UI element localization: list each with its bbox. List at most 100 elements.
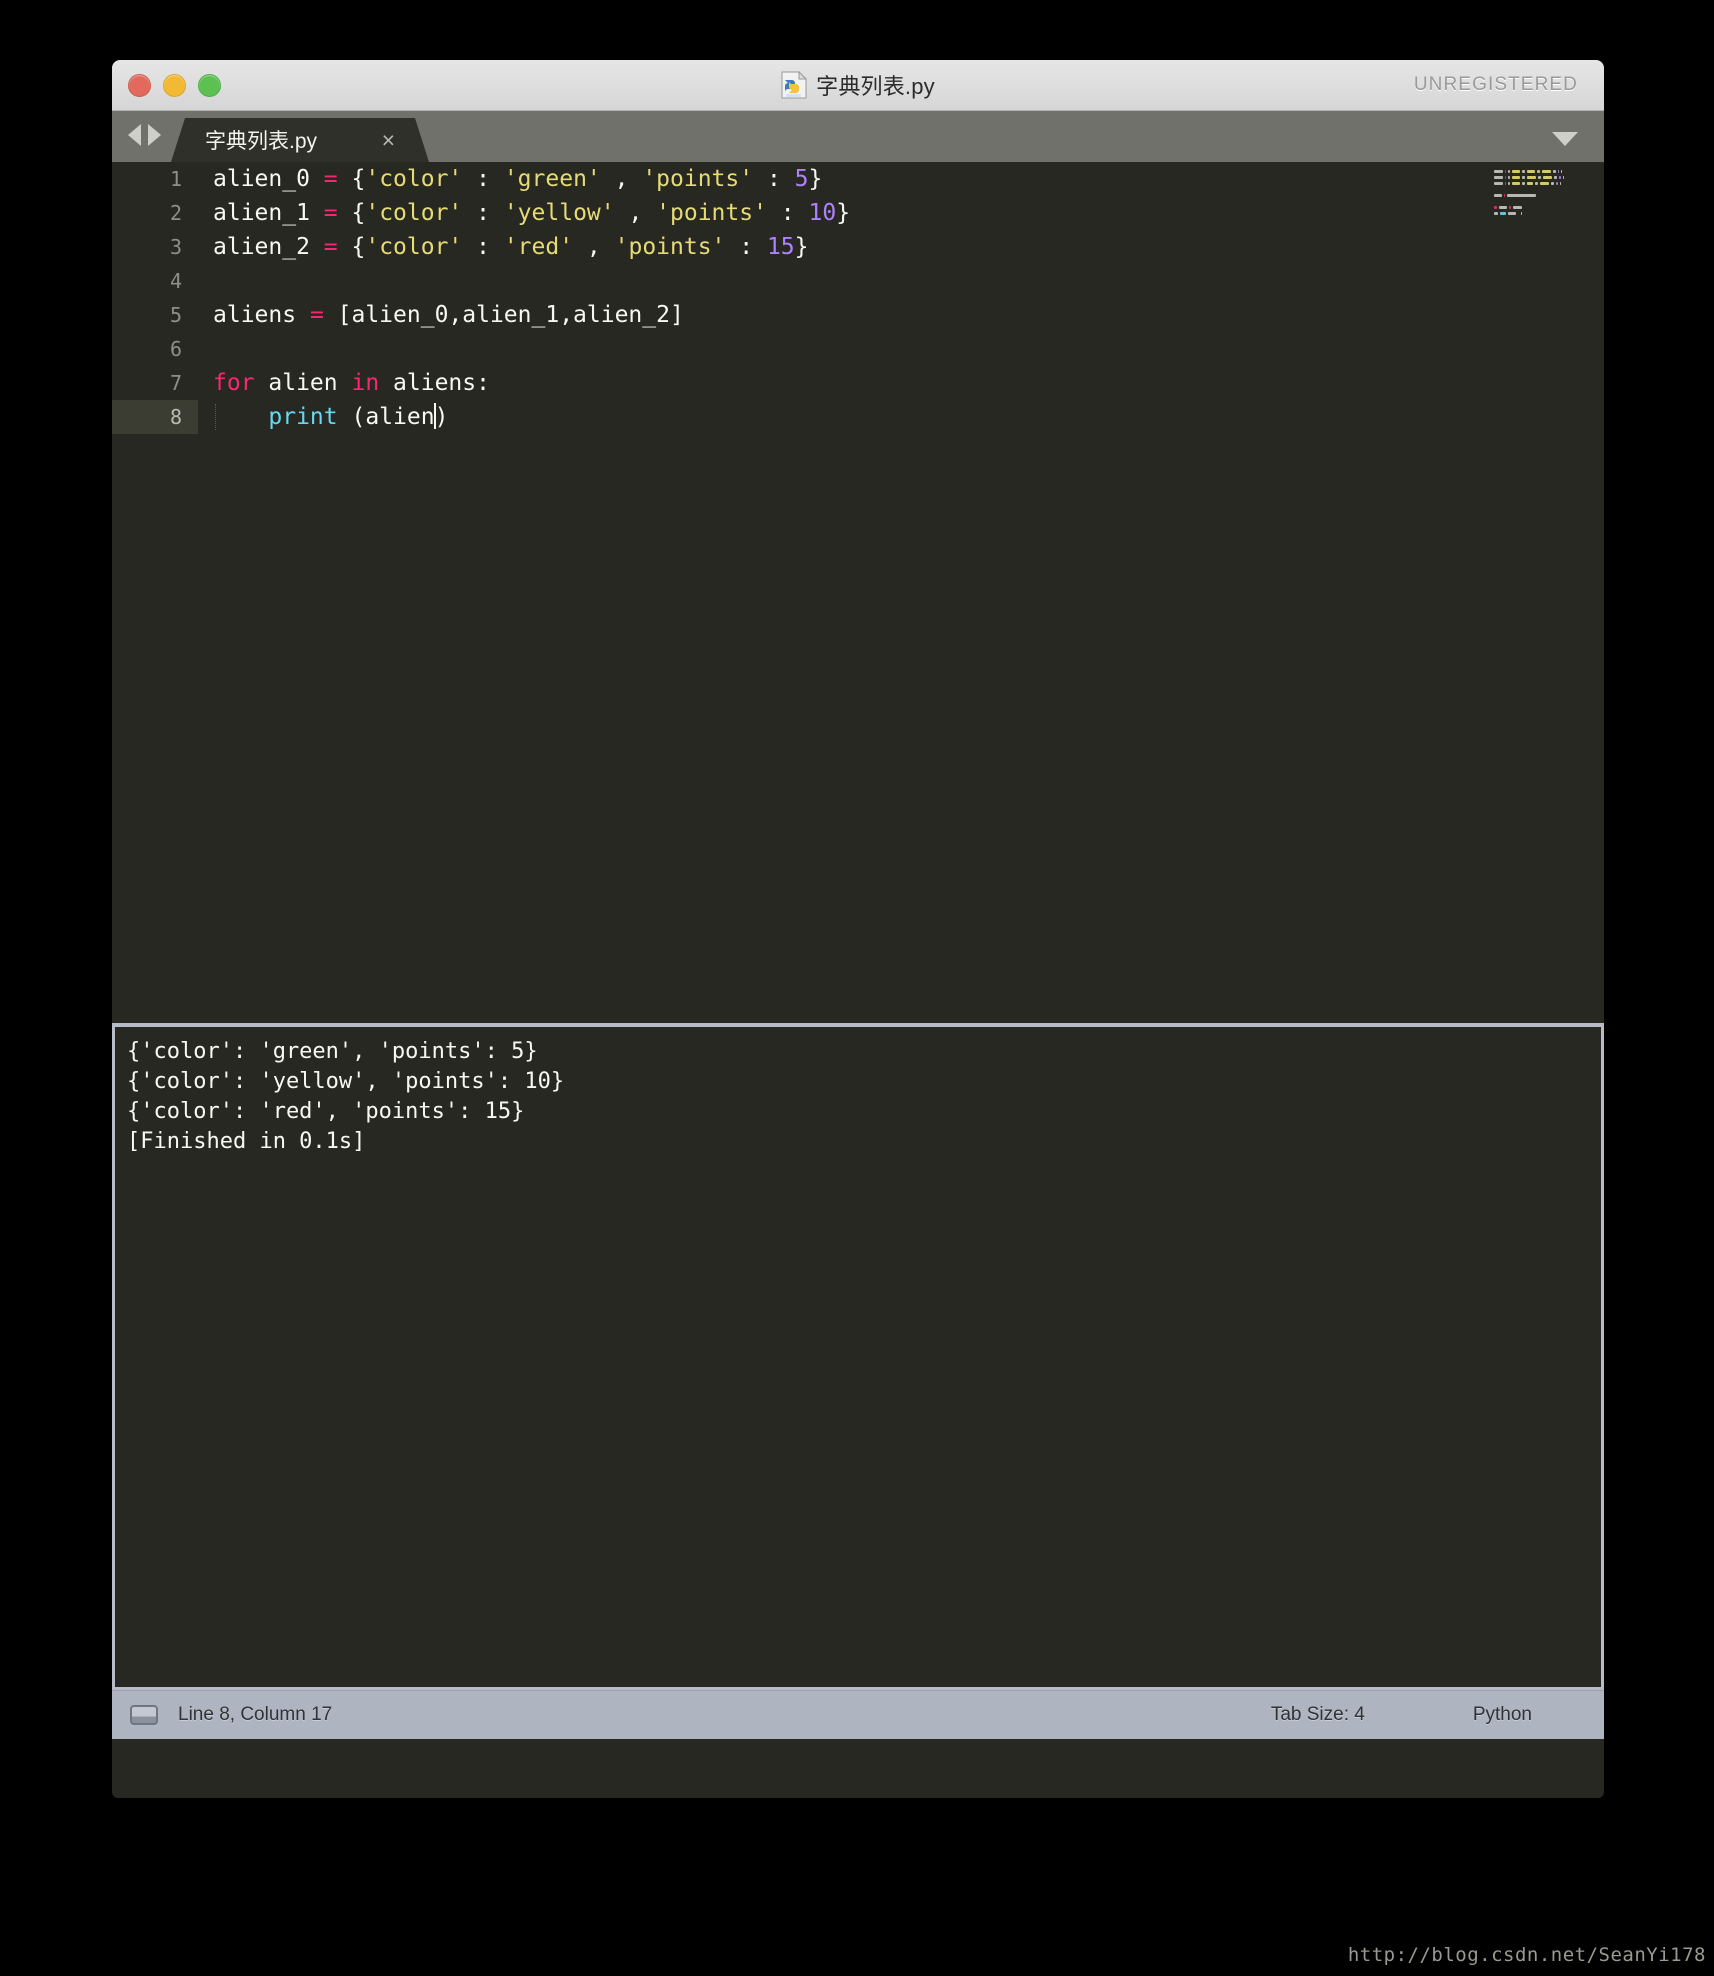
tab-label: 字典列表.py (205, 130, 318, 153)
chevron-down-icon[interactable] (1552, 132, 1578, 146)
code-token: 'points' (656, 200, 767, 226)
maximize-button[interactable] (198, 73, 221, 97)
code-token: = (323, 234, 338, 260)
build-output-panel: {'color': 'green', 'points': 5} {'color'… (112, 1023, 1604, 1690)
tab-bar: 字典列表.py × (112, 111, 1604, 162)
line-number: 6 (169, 337, 182, 361)
tab-inner: 字典列表.py × (171, 125, 421, 155)
line-number-gutter: 1 2 3 4 5 6 7 8 (112, 162, 198, 1023)
code-line[interactable]: for alien in aliens: (213, 366, 1604, 400)
code-token: = (323, 166, 338, 192)
editor-tab-active[interactable]: 字典列表.py × (171, 118, 429, 162)
status-language[interactable]: Python (1473, 1704, 1532, 1726)
status-right-group: Tab Size: 4 Python (1271, 1704, 1532, 1726)
code-token: { (337, 166, 366, 192)
code-token: } (794, 234, 809, 260)
minimap-token (1542, 170, 1551, 173)
minimap[interactable] (1494, 170, 1590, 218)
minimap-token (1535, 182, 1538, 185)
line-number: 4 (169, 269, 182, 293)
indent-guide (215, 404, 216, 430)
minimap-token (1512, 170, 1520, 173)
code-editor[interactable]: 1 2 3 4 5 6 7 8 alien_0 = {'color' : 'green' , … (112, 162, 1604, 1023)
code-token: alien_0 (213, 166, 324, 192)
code-token: : (766, 200, 809, 226)
console-panel-icon[interactable] (130, 1705, 158, 1725)
minimap-token (1559, 176, 1561, 179)
close-button[interactable] (128, 73, 151, 97)
code-content[interactable]: alien_0 = {'color' : 'green' , 'points' … (213, 162, 1604, 434)
minimap-token (1494, 170, 1503, 173)
minimap-token (1507, 194, 1536, 197)
code-token: 'green' (503, 166, 601, 192)
python-file-icon (781, 71, 808, 99)
window-title-group: 字典列表.py (112, 60, 1604, 110)
minimap-token (1500, 212, 1506, 215)
code-token: 'color' (365, 166, 463, 192)
arrow-left-icon[interactable] (128, 124, 141, 146)
minimap-line (1494, 206, 1590, 210)
line-number: 8 (112, 400, 198, 434)
code-token: } (808, 166, 823, 192)
minimap-line (1494, 188, 1590, 192)
minimize-button[interactable] (163, 73, 186, 97)
code-token: 5 (794, 166, 809, 192)
code-token: 'color' (365, 200, 463, 226)
line-number: 7 (169, 371, 182, 395)
code-token: , (614, 200, 657, 226)
code-line[interactable]: alien_2 = {'color' : 'red' , 'points' : … (213, 230, 1604, 264)
window-title: 字典列表.py (816, 74, 935, 99)
minimap-token (1527, 182, 1533, 185)
code-token: 'red' (503, 234, 574, 260)
line-number: 2 (169, 201, 182, 225)
minimap-token (1553, 170, 1556, 173)
code-token: in (351, 370, 380, 396)
minimap-token (1508, 170, 1510, 173)
code-token: aliens (213, 302, 310, 328)
code-line[interactable]: alien_1 = {'color' : 'yellow' , 'points'… (213, 196, 1604, 230)
code-token: : (753, 166, 795, 192)
code-line[interactable]: alien_0 = {'color' : 'green' , 'points' … (213, 162, 1604, 196)
minimap-token (1522, 170, 1525, 173)
code-token: = (309, 302, 324, 328)
code-line[interactable]: aliens = [alien_0,alien_1,alien_2] (213, 298, 1604, 332)
minimap-token (1551, 182, 1554, 185)
minimap-token (1494, 212, 1498, 215)
code-token: alien_1 (213, 200, 324, 226)
status-bar: Line 8, Column 17 Tab Size: 4 Python (112, 1690, 1604, 1739)
status-cursor-position: Line 8, Column 17 (178, 1704, 333, 1725)
code-token: print (268, 404, 338, 430)
tab-nav-arrows (128, 124, 161, 146)
minimap-token (1509, 206, 1511, 209)
minimap-token (1512, 182, 1520, 185)
close-icon[interactable]: × (378, 129, 399, 152)
build-output-text: {'color': 'green', 'points': 5} {'color'… (115, 1027, 1601, 1687)
window-controls (128, 73, 221, 97)
status-tab-size[interactable]: Tab Size: 4 (1271, 1704, 1365, 1726)
code-token: } (836, 200, 851, 226)
minimap-token (1512, 176, 1520, 179)
code-token: : (462, 234, 504, 260)
code-token: = (323, 200, 338, 226)
code-token: alien (254, 370, 352, 396)
code-line[interactable] (213, 332, 1604, 366)
minimap-token (1494, 194, 1502, 197)
minimap-line (1494, 170, 1590, 174)
code-token: ) (434, 404, 449, 430)
code-token: 'points' (614, 234, 726, 260)
code-token: for (213, 370, 255, 396)
arrow-right-icon[interactable] (148, 124, 161, 146)
minimap-token (1513, 206, 1522, 209)
minimap-token (1522, 182, 1525, 185)
code-line[interactable] (213, 264, 1604, 298)
minimap-token (1558, 170, 1559, 173)
minimap-token (1563, 176, 1564, 179)
window-titlebar: 字典列表.py UNREGISTERED (112, 60, 1604, 111)
code-token: aliens: (379, 370, 490, 396)
code-line[interactable]: print (alien) (213, 400, 1604, 434)
code-token: : (725, 234, 767, 260)
code-token: [alien_0,alien_1,alien_2] (323, 302, 684, 328)
minimap-token (1527, 176, 1536, 179)
minimap-token (1540, 182, 1549, 185)
